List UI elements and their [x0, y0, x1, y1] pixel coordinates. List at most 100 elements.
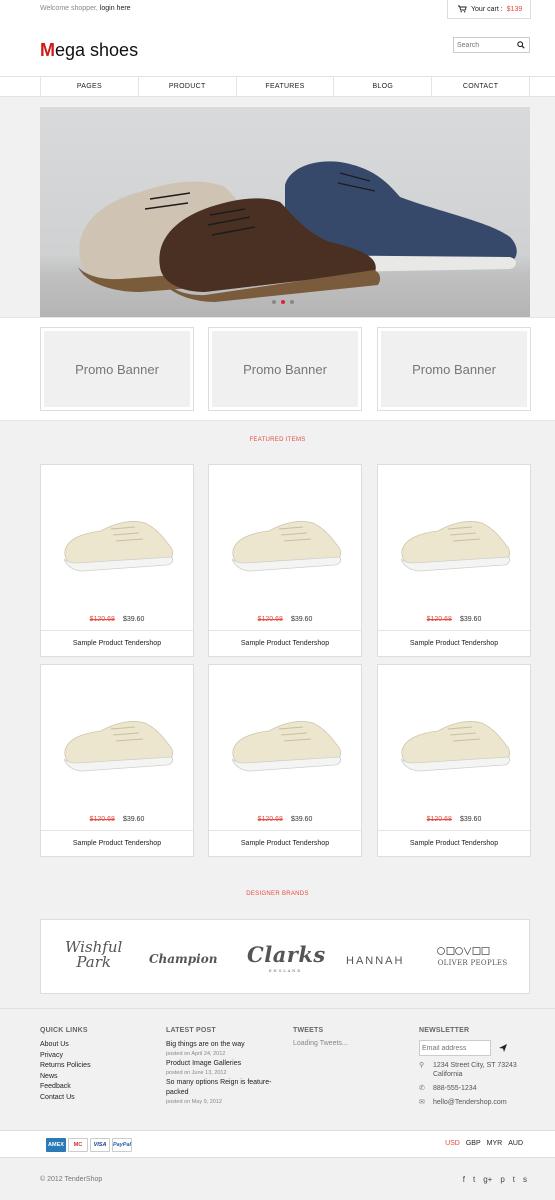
tumblr-icon[interactable]: t [513, 1175, 515, 1184]
product-name[interactable]: Sample Product Tendershop [378, 630, 530, 658]
sneaker-image [231, 521, 342, 572]
search-icon[interactable] [517, 41, 525, 49]
product-image[interactable] [53, 673, 183, 813]
facebook-icon[interactable]: f [463, 1175, 465, 1184]
nav-item-contact[interactable]: CONTACT [432, 77, 530, 96]
product-image[interactable] [221, 673, 351, 813]
newsletter-email-input[interactable] [419, 1040, 491, 1056]
promo-banner-2[interactable]: Promo Banner [208, 327, 362, 411]
footer-link-feedback[interactable]: Feedback [40, 1082, 91, 1093]
pinterest-icon[interactable]: p [500, 1175, 504, 1184]
product-old-price: $120.68 [89, 816, 115, 823]
google-plus-icon[interactable]: g+ [483, 1175, 492, 1184]
slider-dots [272, 300, 294, 304]
product-sale-price: $39.60 [290, 616, 313, 623]
product-old-price: $120.68 [257, 616, 283, 623]
post-date: posted on May 9, 2012 [166, 1099, 222, 1105]
contact-email[interactable]: hello@Tendershop.com [433, 1098, 507, 1107]
welcome-label: Welcome shopper, [40, 5, 98, 12]
hero-slider-image [40, 107, 530, 317]
mastercard-logo: MC [68, 1138, 88, 1152]
social-links: f t g+ p t s [463, 1175, 527, 1184]
product-sale-price: $39.60 [290, 816, 313, 823]
footer-link-about[interactable]: About Us [40, 1040, 91, 1051]
brand-wishful-park[interactable]: Wishful Park [65, 940, 122, 970]
brand-logos: Wishful Park Champion Clarks ENGLAND HAN… [40, 919, 530, 994]
brand-hannah[interactable]: HANNAH [346, 955, 404, 967]
post-title[interactable]: Big things are on the way [166, 1040, 276, 1050]
payment-bar: AMEX MC VISA PayPal USD GBP MYR AUD [0, 1130, 555, 1158]
product-sale-price: $39.60 [122, 816, 145, 823]
post-title[interactable]: So many options Reign is feature-packed [166, 1078, 276, 1098]
footer-link-contact[interactable]: Contact Us [40, 1093, 91, 1104]
footer-link-news[interactable]: News [40, 1072, 91, 1083]
latest-posts: LATEST POST Big things are on the way po… [166, 1027, 276, 1107]
product-price: $120.68 $39.60 [41, 616, 193, 623]
product-card[interactable]: $120.68 $39.60 Sample Product Tendershop [208, 664, 362, 857]
brand-oliver-peoples[interactable]: OLIVER PEOPLES [435, 946, 510, 967]
nav-item-product[interactable]: PRODUCT [139, 77, 237, 96]
top-bar: Welcome shopper, login here Your cart : … [0, 0, 555, 20]
brand-champion[interactable]: Champion [149, 952, 217, 966]
slider-dot[interactable] [272, 300, 276, 304]
product-card[interactable]: $120.68 $39.60 Sample Product Tendershop [40, 464, 194, 657]
product-image[interactable] [390, 473, 520, 613]
product-name[interactable]: Sample Product Tendershop [41, 830, 193, 858]
product-card[interactable]: $120.68 $39.60 Sample Product Tendershop [40, 664, 194, 857]
currency-myr[interactable]: MYR [487, 1140, 503, 1147]
send-icon[interactable] [499, 1044, 507, 1052]
sneaker-image [63, 721, 174, 772]
currency-gbp[interactable]: GBP [466, 1140, 481, 1147]
promo-banner-3[interactable]: Promo Banner [377, 327, 531, 411]
product-name[interactable]: Sample Product Tendershop [209, 630, 361, 658]
featured-items-title: FEATURED ITEMS [249, 437, 306, 443]
promo-banner-1[interactable]: Promo Banner [40, 327, 194, 411]
sneaker-image [400, 521, 511, 572]
location-icon: ⚲ [419, 1062, 425, 1069]
footer-link-privacy[interactable]: Privacy [40, 1051, 91, 1062]
nav-item-features[interactable]: FEATURES [237, 77, 335, 96]
product-price: $120.68 $39.60 [378, 616, 530, 623]
product-price: $120.68 $39.60 [378, 816, 530, 823]
currency-aud[interactable]: AUD [508, 1140, 523, 1147]
footer-link-returns[interactable]: Returns Policies [40, 1061, 91, 1072]
slider-dot-active[interactable] [281, 300, 285, 304]
slider-dot[interactable] [290, 300, 294, 304]
product-sale-price: $39.60 [122, 616, 145, 623]
brand-clarks-wordmark: Clarks [247, 942, 326, 967]
promo-section: Promo Banner Promo Banner Promo Banner [0, 317, 555, 421]
search-box [453, 37, 530, 53]
product-card[interactable]: $120.68 $39.60 Sample Product Tendershop [377, 664, 531, 857]
brand-wishful-line2: Park [76, 953, 111, 971]
newsletter: NEWSLETTER ⚲ 1234 Street City, ST 73243 C… [419, 1027, 531, 1107]
product-old-price: $120.68 [89, 616, 115, 623]
product-image[interactable] [390, 673, 520, 813]
main-nav: PAGES PRODUCT FEATURES BLOG CONTACT [0, 76, 555, 97]
nav-item-pages[interactable]: PAGES [41, 77, 139, 96]
site-logo[interactable]: Mega shoes [40, 40, 138, 61]
contact-phone: 888-555-1234 [433, 1085, 477, 1092]
product-image[interactable] [53, 473, 183, 613]
nav-item-blog[interactable]: BLOG [334, 77, 433, 96]
post-date: posted on June 13, 2012 [166, 1070, 227, 1076]
twitter-icon[interactable]: t [473, 1175, 475, 1184]
search-input[interactable] [454, 38, 514, 52]
paypal-logo: PayPal [112, 1138, 132, 1152]
payment-logos: AMEX MC VISA PayPal [46, 1138, 132, 1152]
cart-button[interactable]: Your cart : $139 [447, 0, 531, 19]
product-name[interactable]: Sample Product Tendershop [209, 830, 361, 858]
product-card[interactable]: $120.68 $39.60 Sample Product Tendershop [377, 464, 531, 657]
brand-clarks[interactable]: Clarks ENGLAND [247, 942, 326, 973]
footer: QUICK LINKS About Us Privacy Returns Pol… [0, 1008, 555, 1130]
oliver-peoples-mark [437, 947, 490, 956]
product-name[interactable]: Sample Product Tendershop [41, 630, 193, 658]
product-name[interactable]: Sample Product Tendershop [378, 830, 530, 858]
post-title[interactable]: Product Image Galleries [166, 1059, 276, 1069]
product-image[interactable] [221, 473, 351, 613]
skype-icon[interactable]: s [523, 1175, 527, 1184]
product-sale-price: $39.60 [459, 816, 482, 823]
currency-usd[interactable]: USD [445, 1140, 460, 1147]
cart-label: Your cart : [471, 5, 503, 13]
login-link[interactable]: login here [100, 5, 131, 12]
product-card[interactable]: $120.68 $39.60 Sample Product Tendershop [208, 464, 362, 657]
